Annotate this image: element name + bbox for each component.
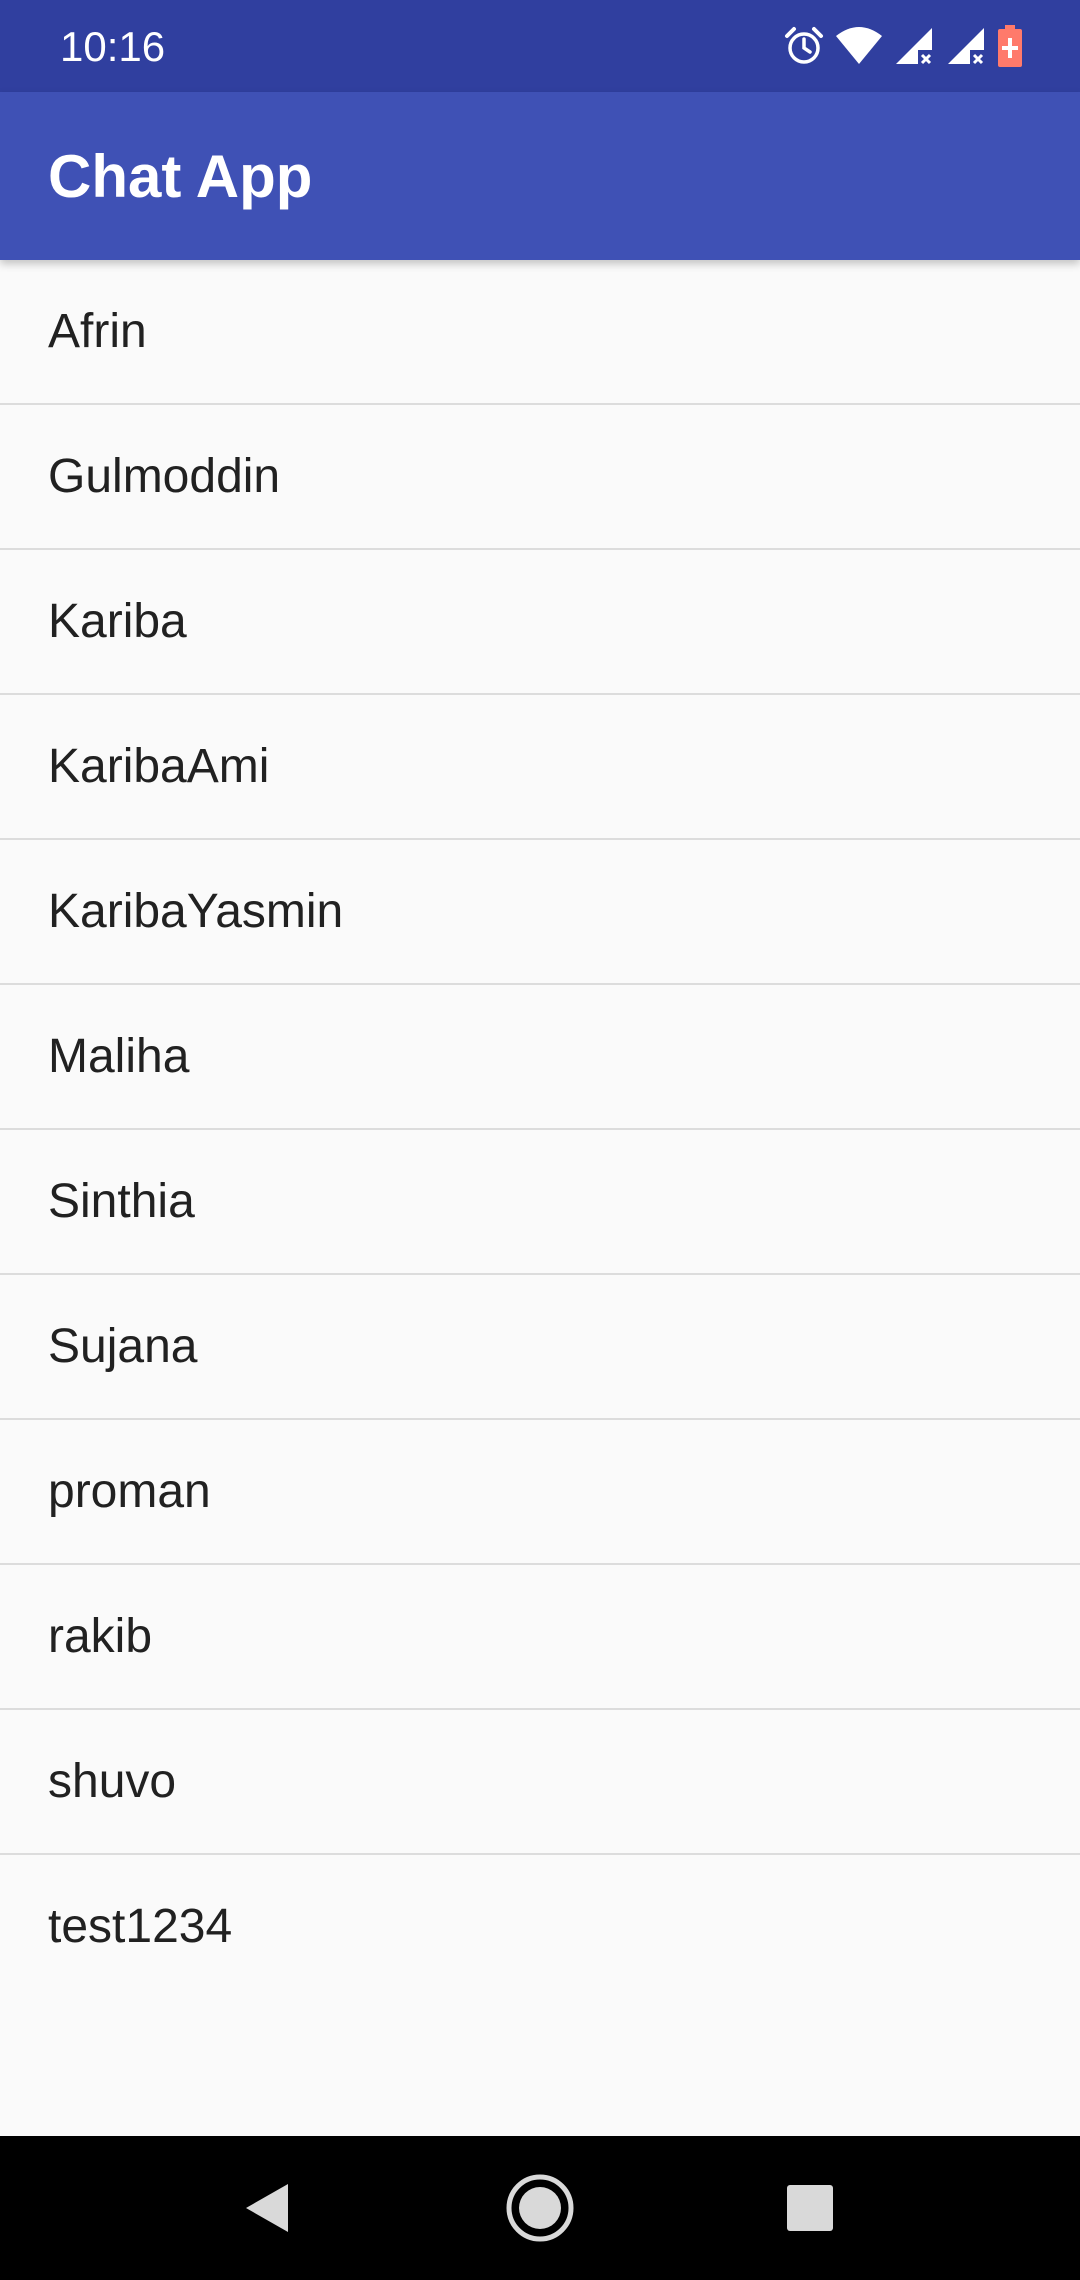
user-list-item[interactable]: Sujana [0,1275,1080,1420]
user-name: shuvo [48,1755,177,1808]
user-list-item[interactable]: KaribaYasmin [0,840,1080,985]
user-name: KaribaAmi [48,740,270,793]
user-name: Sinthia [48,1175,195,1228]
alarm-icon [782,24,826,68]
screen: 10:16 Chat App Afrin Gulmoddin Kariba Ka… [0,0,1080,2280]
status-time: 10:16 [60,23,166,70]
user-list-item[interactable]: KaribaAmi [0,695,1080,840]
status-icons [782,24,1024,68]
user-list-item[interactable]: rakib [0,1565,1080,1710]
user-list-item[interactable]: Kariba [0,550,1080,695]
navigation-bar [0,2136,1080,2280]
user-list-item[interactable]: test1234 [0,1855,1080,2000]
app-title: Chat App [48,143,313,210]
user-list-item[interactable]: Sinthia [0,1130,1080,1275]
home-button[interactable] [504,2172,576,2244]
recents-button[interactable] [774,2172,846,2244]
status-bar: 10:16 [0,0,1080,92]
user-name: Sujana [48,1320,198,1373]
user-list-item[interactable]: Gulmoddin [0,405,1080,550]
user-name: rakib [48,1610,153,1663]
user-list-item[interactable]: shuvo [0,1710,1080,1855]
user-name: proman [48,1465,211,1518]
user-name: Gulmoddin [48,450,281,503]
user-list-item[interactable]: Afrin [0,260,1080,405]
wifi-icon [834,24,884,68]
user-name: KaribaYasmin [48,885,344,938]
user-name: test1234 [48,1900,233,1953]
user-name: Maliha [48,1030,190,1083]
user-list-item[interactable]: Maliha [0,985,1080,1130]
signal-no-data-icon [944,24,988,68]
recents-icon [787,2185,833,2231]
user-list: Afrin Gulmoddin Kariba KaribaAmi KaribaY… [0,260,1080,2000]
app-bar: Chat App [0,92,1080,260]
back-button[interactable] [234,2172,306,2244]
battery-charging-icon [996,24,1024,68]
home-icon [506,2174,574,2242]
user-list-item[interactable]: proman [0,1420,1080,1565]
user-name: Afrin [48,305,147,358]
back-icon [246,2184,288,2232]
signal-no-data-icon [892,24,936,68]
user-name: Kariba [48,595,187,648]
